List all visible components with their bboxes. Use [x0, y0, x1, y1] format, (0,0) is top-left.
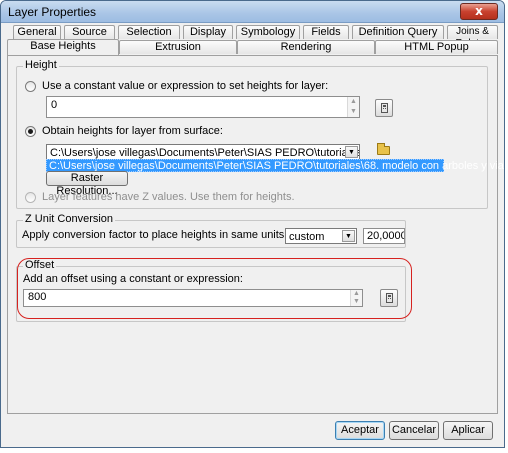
- tab-extrusion[interactable]: Extrusion: [119, 40, 237, 54]
- constant-value-input[interactable]: 0 ▲ ▼: [46, 96, 360, 118]
- radio-constant-value[interactable]: [25, 81, 36, 92]
- raster-resolution-button[interactable]: Raster Resolution...: [46, 171, 128, 197]
- arrow-down-icon[interactable]: ▼: [348, 107, 359, 117]
- tab-strip: General Source Selection Display Symbolo…: [7, 25, 498, 55]
- constant-value-label: Use a constant value or expression to se…: [42, 80, 329, 92]
- tab-source[interactable]: Source: [64, 25, 115, 39]
- height-group-legend: Height: [23, 59, 59, 71]
- constant-value-text: 0: [51, 99, 58, 111]
- tab-joins-relates[interactable]: Joins & Relates: [447, 25, 498, 49]
- surface-label: Obtain heights for layer from surface:: [42, 125, 223, 137]
- z-factor-input[interactable]: 20,0000: [363, 228, 405, 244]
- tab-html-popup[interactable]: HTML Popup: [375, 40, 498, 54]
- radio-z-values[interactable]: [25, 192, 36, 203]
- tab-fields[interactable]: Fields: [303, 25, 349, 39]
- surface-path-combo[interactable]: C:\Users\jose villegas\Documents\Peter\S…: [46, 144, 360, 160]
- ok-button[interactable]: Aceptar: [335, 421, 385, 440]
- close-icon: x: [475, 4, 483, 18]
- apply-button[interactable]: Aplicar: [443, 421, 493, 440]
- tab-rendering[interactable]: Rendering: [237, 40, 375, 54]
- tab-base-heights[interactable]: Base Heights: [7, 39, 119, 55]
- arrow-up-icon[interactable]: ▲: [348, 97, 359, 107]
- tab-display[interactable]: Display: [183, 25, 233, 39]
- annotation-highlight: [17, 258, 412, 319]
- height-group: Height Use a constant value or expressio…: [16, 59, 504, 209]
- tab-definition-query[interactable]: Definition Query: [352, 25, 444, 39]
- chevron-down-icon[interactable]: ▼: [342, 230, 355, 242]
- constant-value-scrollbar[interactable]: ▲ ▼: [347, 97, 359, 117]
- layer-properties-dialog: Layer Properties x General Source Select…: [0, 0, 505, 448]
- window-title: Layer Properties: [8, 5, 97, 19]
- cancel-button[interactable]: Cancelar: [389, 421, 439, 440]
- tab-symbology[interactable]: Symbology: [236, 25, 300, 39]
- folder-open-icon: [377, 143, 390, 155]
- chevron-down-icon[interactable]: ▼: [345, 146, 358, 158]
- title-bar[interactable]: Layer Properties x: [1, 1, 504, 23]
- surface-path-value: C:\Users\jose villegas\Documents\Peter\S…: [50, 147, 359, 159]
- tab-general[interactable]: General: [13, 25, 61, 39]
- constant-expression-button[interactable]: [375, 99, 393, 117]
- close-button[interactable]: x: [460, 3, 498, 20]
- base-heights-panel: Height Use a constant value or expressio…: [7, 55, 504, 414]
- z-unit-conversion-group: Z Unit Conversion Apply conversion facto…: [16, 213, 406, 248]
- z-unit-select[interactable]: custom ▼: [285, 228, 357, 244]
- radio-surface[interactable]: [25, 126, 36, 137]
- tab-selection[interactable]: Selection: [118, 25, 180, 39]
- z-unit-selected: custom: [289, 231, 325, 243]
- calculator-icon: [381, 103, 388, 113]
- z-unit-legend: Z Unit Conversion: [23, 213, 116, 225]
- z-values-label: Layer features have Z values. Use them f…: [42, 191, 295, 203]
- browse-surface-button[interactable]: [375, 142, 393, 160]
